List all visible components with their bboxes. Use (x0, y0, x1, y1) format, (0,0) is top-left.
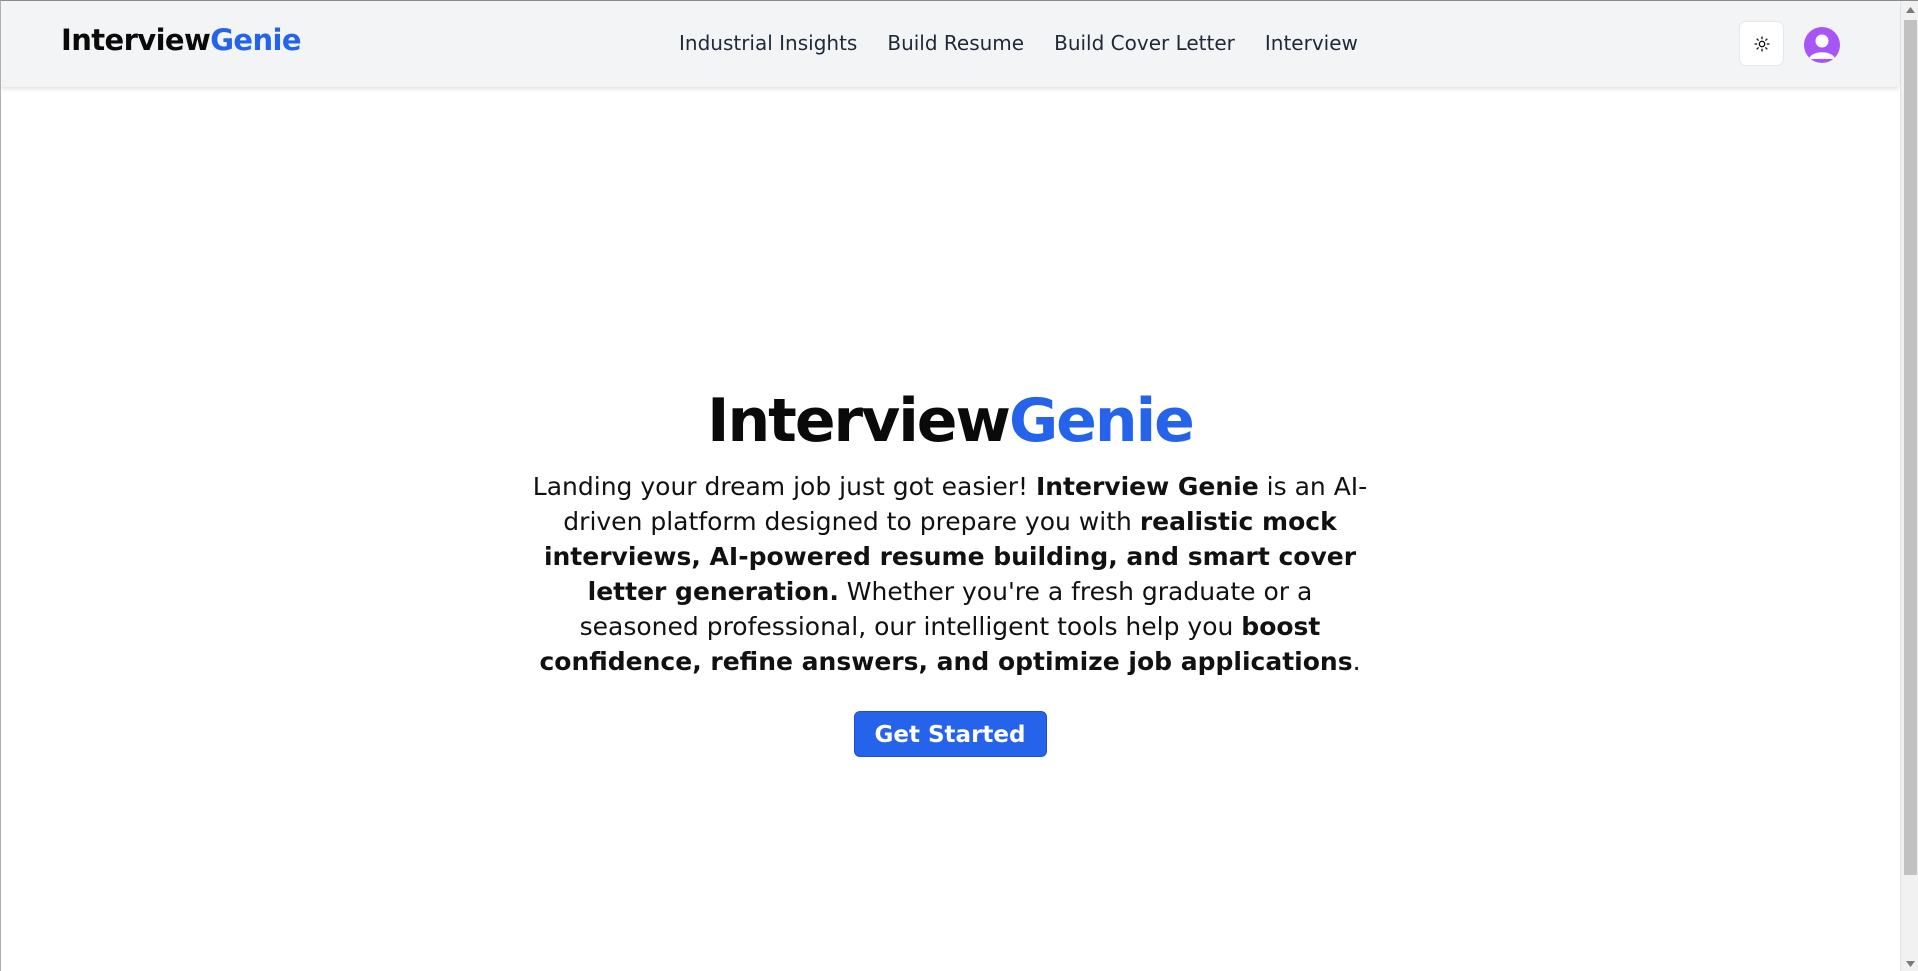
hero-text-bold: Interview Genie (1035, 472, 1259, 501)
nav-link-interview[interactable]: Interview (1265, 31, 1358, 55)
get-started-button[interactable]: Get Started (853, 711, 1047, 757)
hero-text-segment: Landing your dream job just got easier! (532, 472, 1036, 501)
user-avatar-icon (1809, 34, 1835, 59)
nav-link-build-resume[interactable]: Build Resume (887, 31, 1024, 55)
theme-toggle-button[interactable] (1739, 21, 1784, 66)
nav-link-build-cover-letter[interactable]: Build Cover Letter (1054, 31, 1235, 55)
scroll-up-button[interactable] (1901, 1, 1918, 18)
browser-window: InterviewGenie Industrial Insights Build… (0, 0, 1918, 971)
brand-name-part1: Interview (61, 23, 211, 57)
scrollbar-thumb[interactable] (1904, 20, 1917, 875)
user-avatar[interactable] (1804, 27, 1840, 63)
hero-text-segment: . (1352, 647, 1361, 676)
hero-title-part1: Interview (707, 386, 1011, 456)
triangle-up-icon (1906, 6, 1915, 13)
nav-links: Industrial Insights Build Resume Build C… (679, 31, 1358, 55)
triangle-down-icon (1906, 960, 1915, 967)
hero-section: InterviewGenie Landing your dream job ju… (1, 381, 1899, 757)
vertical-scrollbar[interactable] (1900, 1, 1918, 971)
navbar: InterviewGenie Industrial Insights Build… (1, 1, 1899, 87)
brand-name-part2: Genie (210, 23, 301, 57)
hero-title-part2: Genie (1008, 386, 1195, 456)
sun-icon (1753, 35, 1770, 52)
scroll-down-button[interactable] (1901, 955, 1918, 971)
nav-link-industrial-insights[interactable]: Industrial Insights (679, 31, 857, 55)
hero-description: Landing your dream job just got easier! … (530, 469, 1370, 679)
hero-title: InterviewGenie (1, 381, 1899, 461)
brand-logo[interactable]: InterviewGenie (61, 23, 302, 57)
